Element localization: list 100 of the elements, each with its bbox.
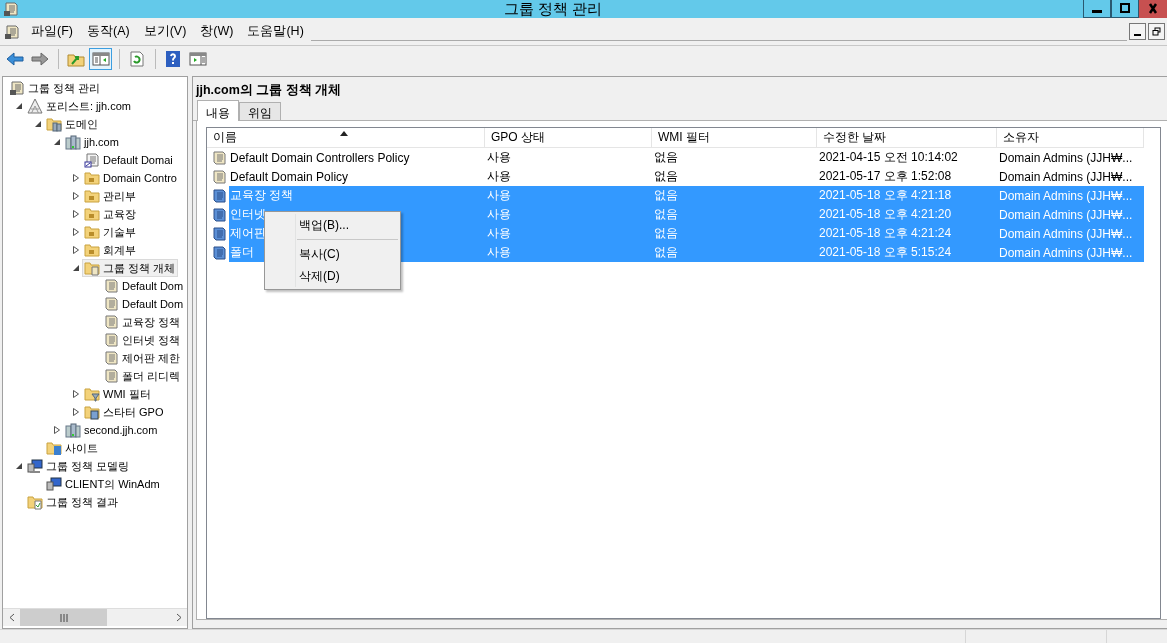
table-cell-text: 없음: [653, 168, 679, 185]
menu-item[interactable]: 파일(F): [24, 21, 80, 42]
tree-item[interactable]: 제어판 제한: [101, 349, 184, 367]
close-icon: [1146, 2, 1160, 15]
tree-item[interactable]: 사이트: [44, 439, 101, 457]
minimize-button[interactable]: [1083, 0, 1111, 18]
scroll-icon: [103, 296, 119, 312]
table-cell-text: 사용: [486, 149, 512, 166]
tree-item[interactable]: 그룹 정책 결과: [25, 493, 122, 511]
table-cell: 없음: [652, 186, 817, 205]
back-arrow-icon: [5, 51, 24, 67]
tree-item[interactable]: 교육장 정책: [101, 313, 184, 331]
server-icon: [65, 422, 81, 438]
folder-icon: [66, 51, 85, 67]
column-header[interactable]: GPO 상태: [485, 128, 652, 148]
triangle-icon: [27, 98, 43, 114]
minimize-button[interactable]: [1129, 23, 1146, 40]
computer-icon: [46, 476, 62, 492]
scroll-icon: [103, 278, 119, 294]
tree-item[interactable]: 기술부: [82, 223, 139, 241]
scroll-icon: [103, 332, 119, 348]
tree-item[interactable]: 그룹 정책 관리: [7, 79, 104, 97]
maximize-icon: [1119, 2, 1131, 15]
folder-icon: [84, 404, 100, 420]
computer-icon: [27, 458, 43, 474]
folder-icon: [84, 242, 100, 258]
panel-title: jjh.com의 그룹 정책 개체: [194, 82, 343, 96]
column-header[interactable]: 이름: [207, 128, 485, 148]
column-header[interactable]: 수정한 날짜: [817, 128, 997, 148]
tree-item[interactable]: 그룹 정책 개체: [82, 259, 179, 277]
scroll-icon: [4, 23, 20, 40]
tree-item[interactable]: 폴더 리디렉: [101, 367, 184, 385]
table-cell: Domain Admins (JJH₩...: [997, 205, 1144, 224]
tree-item[interactable]: 그룹 정책 모델링: [25, 457, 133, 475]
tree-item[interactable]: Default Domai: [82, 151, 176, 169]
table-cell: 2021-05-18 오후 4:21:18: [817, 186, 997, 205]
tree-item[interactable]: Domain Contro: [82, 169, 180, 187]
table-cell: 없음: [652, 224, 817, 243]
tree-item[interactable]: 관리부: [82, 187, 139, 205]
scroll-icon: [211, 206, 227, 223]
server-icon: [65, 134, 81, 150]
tree-item[interactable]: 교육장: [82, 205, 139, 223]
menu-item[interactable]: 보기(V): [136, 21, 194, 42]
table-cell: 2021-05-18 오후 4:21:20: [817, 205, 997, 224]
table-cell: 2021-05-18 오후 4:21:24: [817, 224, 997, 243]
tree-item[interactable]: 회계부: [82, 241, 139, 259]
scroll-icon: [3, 1, 19, 17]
menu-item[interactable]: 도움말(H): [240, 21, 311, 42]
tree-item[interactable]: CLIENT의 WinAdm: [44, 475, 163, 493]
scroll-icon: [9, 80, 25, 96]
column-header[interactable]: 소유자: [997, 128, 1144, 148]
restore-icon: [1152, 27, 1161, 36]
table-cell-text: Domain Admins (JJH₩...: [998, 168, 1134, 186]
table-cell: 사용: [485, 186, 652, 205]
close-button[interactable]: [1139, 0, 1167, 18]
table-cell: 교육장 정책: [229, 186, 485, 205]
table-cell: Domain Admins (JJH₩...: [997, 224, 1144, 243]
menu-item[interactable]: 창(W): [193, 21, 241, 42]
scroll-icon: [211, 244, 227, 261]
folder-icon: [46, 116, 62, 132]
pane-icon: [188, 51, 207, 67]
scroll-bar[interactable]: [3, 608, 187, 626]
toolbar-button[interactable]: [89, 48, 112, 70]
menu-item[interactable]: 삭제(D): [265, 265, 400, 287]
window-title: 그룹 정책 관리: [502, 0, 604, 19]
table-cell: Domain Admins (JJH₩...: [997, 186, 1144, 205]
restore-button[interactable]: [1148, 23, 1165, 40]
table-cell: 2021-05-18 오후 5:15:24: [817, 243, 997, 262]
tree-item[interactable]: 포리스트: jjh.com: [25, 97, 134, 115]
tab[interactable]: 위임: [239, 102, 281, 120]
tree-item[interactable]: 인터넷 정책: [101, 331, 184, 349]
tree-item[interactable]: Default Dom: [101, 295, 187, 313]
folder-icon: [84, 206, 100, 222]
folder-icon: [84, 188, 100, 204]
folder-icon: [84, 170, 100, 186]
menu-item[interactable]: 동작(A): [79, 21, 137, 42]
folder-icon: [27, 494, 43, 510]
column-header[interactable]: WMI 필터: [652, 128, 817, 148]
scroll-icon: [103, 368, 119, 384]
tree-item[interactable]: WMI 필터: [82, 385, 154, 403]
tree-item[interactable]: Default Dom: [101, 277, 187, 295]
tree-item[interactable]: 도메인: [44, 115, 101, 133]
maximize-button[interactable]: [1111, 0, 1139, 18]
scroll-icon: [103, 314, 119, 330]
tree-item[interactable]: second.jjh.com: [63, 421, 161, 439]
menu-item[interactable]: 복사(C): [265, 243, 400, 265]
table-cell-text: 2021-05-17 오후 1:52:08: [818, 168, 953, 185]
table-cell-text: Default Domain Controllers Policy: [229, 149, 411, 167]
grip-icon: [59, 613, 68, 622]
table-cell-text: 2021-04-15 오전 10:14:02: [818, 149, 959, 166]
folder-icon: [84, 386, 100, 402]
tab[interactable]: 내용: [197, 100, 239, 121]
table-cell: 사용: [485, 243, 652, 262]
forward-arrow-icon: [30, 51, 49, 67]
tree-item[interactable]: 스타터 GPO: [82, 403, 167, 421]
tree-item[interactable]: jjh.com: [63, 133, 122, 151]
scroll-icon: [103, 350, 119, 366]
folder-icon: [46, 440, 62, 456]
scroll-icon: [211, 149, 227, 166]
scroll-icon: [211, 168, 227, 185]
